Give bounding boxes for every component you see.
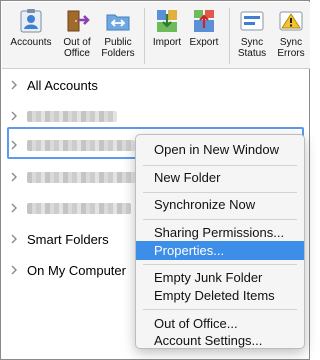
accounts-label: Accounts — [10, 37, 52, 48]
redacted-account-name — [27, 140, 135, 151]
sync-status-label: Sync Status — [237, 37, 267, 59]
menu-item-empty-junk-folder[interactable]: Empty Junk Folder — [136, 268, 304, 287]
chevron-right-icon[interactable] — [9, 171, 19, 183]
chevron-right-icon[interactable] — [9, 202, 19, 214]
sync-errors-icon — [279, 11, 303, 31]
menu-item-sharing-permissions[interactable]: Sharing Permissions... — [136, 223, 304, 242]
sync-status-button[interactable]: Sync Status — [235, 8, 269, 59]
public-folders-button[interactable]: Public Folders — [99, 8, 137, 59]
public-folders-icon — [106, 14, 130, 31]
tree-item-label: On My Computer — [27, 262, 126, 278]
menu-item-properties[interactable]: Properties... — [136, 241, 304, 260]
menu-item-account-settings[interactable]: Account Settings... — [136, 331, 304, 350]
chevron-right-icon[interactable] — [9, 110, 19, 122]
toolbar-divider — [229, 8, 230, 64]
tree-item-label: All Accounts — [27, 77, 98, 93]
out-of-office-button[interactable]: Out of Office — [58, 8, 96, 59]
import-button[interactable]: Import — [150, 8, 184, 48]
toolbar-divider — [144, 8, 145, 64]
menu-item-open-in-new-window[interactable]: Open in New Window — [136, 140, 304, 159]
public-folders-label: Public Folders — [101, 37, 135, 59]
redacted-account-name — [27, 203, 131, 214]
export-label: Export — [189, 37, 219, 48]
chevron-right-icon[interactable] — [9, 139, 19, 151]
sync-errors-label: Sync Errors — [277, 37, 305, 59]
context-menu: Open in New Window New Folder Synchroniz… — [135, 134, 305, 349]
chevron-right-icon[interactable] — [9, 264, 19, 276]
chevron-right-icon[interactable] — [9, 79, 19, 91]
export-icon — [194, 10, 214, 32]
menu-separator — [143, 264, 297, 265]
sync-status-icon — [240, 11, 264, 31]
menu-separator — [143, 219, 297, 220]
import-label: Import — [152, 37, 182, 48]
accounts-button[interactable]: Accounts — [8, 8, 54, 48]
tree-item-all-accounts[interactable]: All Accounts — [2, 70, 310, 100]
redacted-account-name — [27, 172, 137, 183]
import-icon — [157, 10, 177, 32]
out-of-office-icon — [67, 10, 90, 32]
export-button[interactable]: Export — [186, 8, 222, 48]
out-of-office-label: Out of Office — [63, 37, 91, 59]
accounts-icon — [20, 9, 42, 33]
outlook-folder-pane: Accounts Out of Office Public Folders Im… — [0, 0, 310, 360]
redacted-account-name — [27, 111, 117, 122]
sync-errors-button[interactable]: Sync Errors — [274, 8, 308, 59]
menu-item-empty-deleted-items[interactable]: Empty Deleted Items — [136, 286, 304, 305]
menu-item-synchronize-now[interactable]: Synchronize Now — [136, 195, 304, 214]
tree-item-label: Smart Folders — [27, 231, 109, 247]
menu-separator — [143, 309, 297, 310]
menu-item-new-folder[interactable]: New Folder — [136, 168, 304, 187]
chevron-right-icon[interactable] — [9, 233, 19, 245]
menu-separator — [143, 192, 297, 193]
toolbar: Accounts Out of Office Public Folders Im… — [2, 2, 310, 69]
menu-separator — [143, 165, 297, 166]
